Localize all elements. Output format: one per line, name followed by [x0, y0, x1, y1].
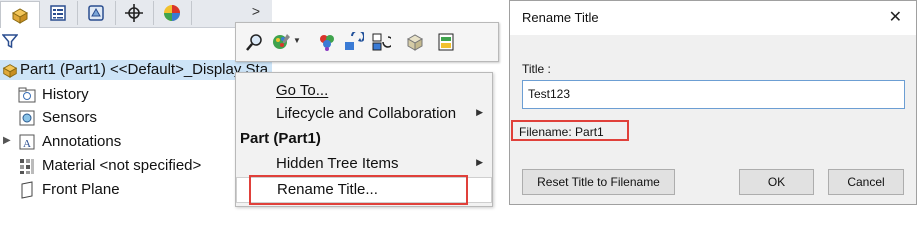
menu-item-hidden-tree-items[interactable]: Hidden Tree Items ▶: [236, 152, 492, 176]
tree-item-history[interactable]: History: [0, 84, 240, 106]
configuration-manager-icon: [88, 5, 104, 21]
hide-show-icon[interactable]: [405, 32, 425, 52]
filename-label: Filename: Part1: [519, 125, 604, 139]
tree-root-part[interactable]: Part1 (Part1) <<Default>_Display Sta: [0, 60, 272, 80]
tree-root-label: Part1 (Part1) <<Default>_Display Sta: [20, 61, 269, 78]
cancel-button[interactable]: Cancel: [828, 169, 904, 195]
feature-manager-icon: [11, 8, 29, 24]
tree-item-front-plane[interactable]: Front Plane: [0, 179, 240, 201]
feature-manager-panel: > Part1 (Part1) <<Default>_Display Sta H…: [0, 0, 272, 205]
tree-item-label: Front Plane: [42, 181, 120, 198]
expand-arrow-icon[interactable]: ▶: [3, 135, 11, 146]
tree-item-label: Sensors: [42, 109, 98, 126]
tree-item-sensors[interactable]: Sensors: [0, 107, 240, 129]
tree-item-annotations[interactable]: ▶ A Annotations: [0, 131, 240, 153]
sensors-icon: [19, 110, 35, 126]
menu-section-header: Part (Part1): [240, 130, 321, 147]
property-manager-icon: [50, 5, 66, 21]
properties-icon[interactable]: [436, 32, 456, 52]
plane-icon: [21, 181, 33, 199]
menu-item-label: Lifecycle and Collaboration: [276, 105, 457, 122]
rename-title-highlight: [249, 175, 468, 205]
dimxpert-manager-tab[interactable]: [115, 1, 154, 25]
property-manager-tab[interactable]: [39, 1, 78, 25]
submenu-arrow-icon: ▶: [476, 157, 483, 167]
dimxpert-icon: [125, 4, 143, 22]
filename-highlight: Filename: Part1: [511, 120, 629, 141]
tree-item-label: History: [42, 86, 89, 103]
zoom-to-selection-icon[interactable]: [245, 32, 265, 52]
filter-icon[interactable]: [1, 33, 19, 54]
configuration-manager-tab[interactable]: [77, 1, 116, 25]
menu-item-lifecycle-collaboration[interactable]: Lifecycle and Collaboration ▶: [236, 102, 492, 126]
appearance-icon[interactable]: [272, 32, 292, 52]
menu-item-label: Hidden Tree Items: [276, 155, 399, 172]
feature-manager-tab[interactable]: [0, 1, 40, 28]
submenu-arrow-icon: ▶: [476, 107, 483, 117]
scene-icon[interactable]: [317, 32, 337, 52]
dialog-title: Rename Title: [522, 10, 599, 25]
appearance-dropdown-icon[interactable]: ▼: [293, 36, 301, 45]
history-folder-icon: [18, 87, 36, 103]
view-orientation-icon[interactable]: [371, 32, 391, 52]
ok-button[interactable]: OK: [739, 169, 814, 195]
title-input[interactable]: Test123: [522, 80, 905, 109]
close-icon[interactable]: ✕: [889, 7, 902, 27]
tree-item-label: Material <not specified>: [42, 157, 202, 174]
display-manager-tab[interactable]: [153, 1, 192, 25]
reset-title-button[interactable]: Reset Title to Filename: [522, 169, 675, 195]
dialog-titlebar: Rename Title ✕: [510, 1, 916, 35]
menu-item-go-to[interactable]: Go To...: [236, 79, 492, 103]
more-tabs-arrow[interactable]: >: [252, 3, 260, 19]
title-field-label: Title :: [522, 62, 551, 76]
context-toolbar: ▼: [235, 22, 499, 62]
rebuild-icon[interactable]: [344, 32, 364, 52]
menu-item-label: Go To...: [276, 82, 329, 99]
manager-tabs: >: [0, 0, 272, 28]
svg-text:A: A: [23, 138, 31, 150]
display-manager-icon: [164, 5, 180, 21]
tree-item-label: Annotations: [42, 133, 122, 150]
tree-item-material[interactable]: Material <not specified>: [0, 155, 240, 177]
rename-title-dialog: Rename Title ✕ Title : Test123 Filename:…: [509, 0, 917, 205]
part-icon: [2, 64, 18, 78]
annotations-icon: A: [19, 134, 35, 150]
material-icon: [20, 159, 34, 174]
